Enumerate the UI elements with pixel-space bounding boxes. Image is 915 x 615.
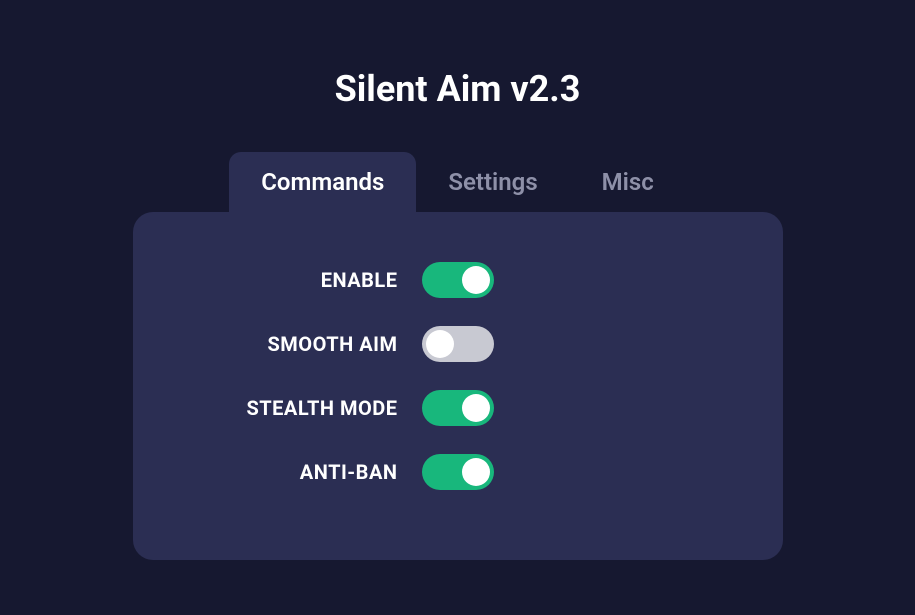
toggle-stealth-mode[interactable] [422,390,494,426]
option-label-enable: ENABLE [198,268,398,292]
toggle-knob [462,458,490,486]
tab-misc[interactable]: Misc [570,152,686,212]
app-title: Silent Aim v2.3 [335,68,581,110]
toggle-knob [462,394,490,422]
toggle-knob [462,266,490,294]
option-row-anti-ban: ANTI-BAN [193,454,723,490]
option-label-stealth-mode: STEALTH MODE [198,396,398,420]
tab-commands[interactable]: Commands [229,152,416,212]
toggle-knob [426,330,454,358]
toggle-anti-ban[interactable] [422,454,494,490]
tab-settings[interactable]: Settings [416,152,569,212]
option-label-smooth-aim: SMOOTH AIM [198,332,398,356]
option-row-stealth-mode: STEALTH MODE [193,390,723,426]
option-row-smooth-aim: SMOOTH AIM [193,326,723,362]
toggle-smooth-aim[interactable] [422,326,494,362]
option-label-anti-ban: ANTI-BAN [198,460,398,484]
toggle-enable[interactable] [422,262,494,298]
tab-bar: Commands Settings Misc [229,152,686,212]
option-row-enable: ENABLE [193,262,723,298]
options-panel: ENABLE SMOOTH AIM STEALTH MODE ANTI-BAN [133,212,783,560]
